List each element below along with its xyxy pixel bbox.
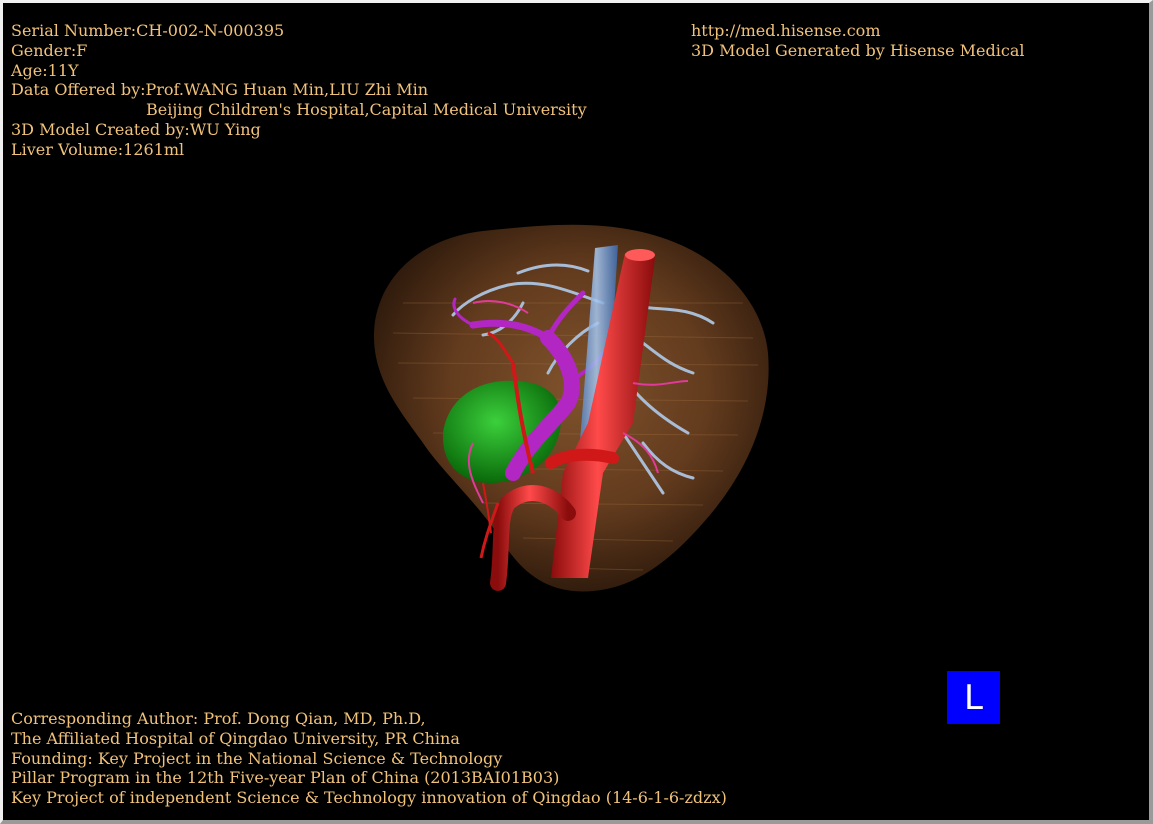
qingdao-project: Key Project of independent Science & Tec… xyxy=(11,788,727,808)
vendor-info: http://med.hisense.com 3D Model Generate… xyxy=(691,21,1024,61)
credits: Corresponding Author: Prof. Dong Qian, M… xyxy=(11,709,727,808)
orientation-marker[interactable]: L xyxy=(947,671,1000,724)
window-frame: Serial Number:CH-002-N-000395 Gender:F A… xyxy=(0,0,1153,824)
vendor-url: http://med.hisense.com xyxy=(691,21,881,40)
corresponding-author: Corresponding Author: Prof. Dong Qian, M… xyxy=(11,709,426,728)
gender: Gender:F xyxy=(11,40,88,60)
founding: Founding: Key Project in the National Sc… xyxy=(11,748,503,768)
case-info: Serial Number:CH-002-N-000395 Gender:F A… xyxy=(11,21,587,160)
affiliated-hospital: The Affiliated Hospital of Qingdao Unive… xyxy=(11,728,460,748)
3d-viewport[interactable]: Serial Number:CH-002-N-000395 Gender:F A… xyxy=(3,3,1149,820)
generated-by: 3D Model Generated by Hisense Medical xyxy=(691,40,1025,60)
liver-volume: Liver Volume:1261ml xyxy=(11,139,185,159)
pillar-program: Pillar Program in the 12th Five-year Pla… xyxy=(11,768,560,788)
age: Age:11Y xyxy=(11,60,79,80)
model-created-by: 3D Model Created by:WU Ying xyxy=(11,119,261,139)
institution: Beijing Children's Hospital,Capital Medi… xyxy=(146,100,587,120)
serial-number: Serial Number:CH-002-N-000395 xyxy=(11,21,285,40)
data-offered-by: Data Offered by:Prof.WANG Huan Min,LIU Z… xyxy=(11,80,429,100)
